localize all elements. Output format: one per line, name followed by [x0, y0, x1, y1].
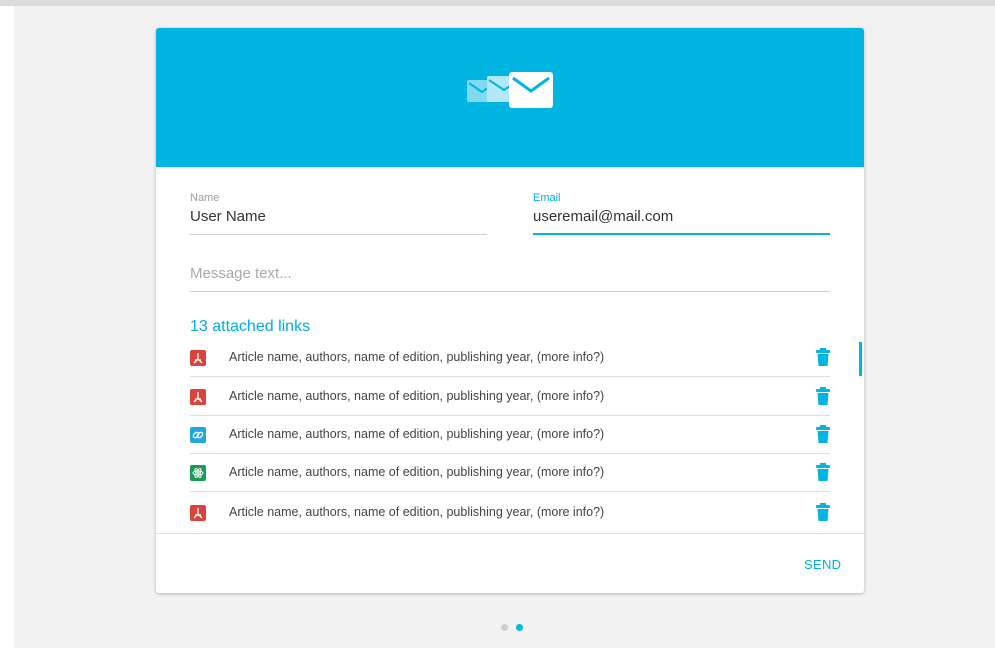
name-underline: [190, 234, 487, 235]
compose-card: Name User Name Email useremail@mail.com …: [156, 28, 864, 593]
attachment-label[interactable]: Article name, authors, name of edition, …: [229, 505, 604, 519]
email-label: Email: [533, 192, 561, 204]
attachment-label[interactable]: Article name, authors, name of edition, …: [229, 465, 604, 479]
pdf-icon: [190, 505, 206, 521]
card-header: [156, 28, 864, 167]
attachment-row[interactable]: Article name, authors, name of edition, …: [190, 454, 830, 492]
attachment-label[interactable]: Article name, authors, name of edition, …: [229, 350, 604, 364]
link-icon: [190, 427, 206, 443]
attachment-row[interactable]: Article name, authors, name of edition, …: [190, 339, 830, 377]
attachment-row[interactable]: Article name, authors, name of edition, …: [190, 416, 830, 454]
trash-icon[interactable]: [816, 348, 830, 366]
attachment-label[interactable]: Article name, authors, name of edition, …: [229, 427, 604, 441]
attachment-row[interactable]: Article name, authors, name of edition, …: [190, 494, 830, 532]
mail-stack-icon: [467, 72, 553, 108]
email-underline: [533, 233, 830, 235]
trash-icon[interactable]: [816, 463, 830, 481]
trash-icon[interactable]: [816, 387, 830, 405]
pdf-icon: [190, 389, 206, 405]
row-divider: [190, 491, 830, 492]
pagination-dot[interactable]: [501, 624, 508, 631]
row-divider: [190, 376, 830, 377]
attachment-row[interactable]: Article name, authors, name of edition, …: [190, 378, 830, 416]
name-input[interactable]: User Name: [190, 208, 266, 225]
send-button[interactable]: SEND: [804, 557, 841, 572]
attachment-label[interactable]: Article name, authors, name of edition, …: [229, 389, 604, 403]
trash-icon[interactable]: [816, 425, 830, 443]
message-underline: [190, 291, 830, 292]
attachments-title: 13 attached links: [190, 318, 311, 335]
name-label: Name: [190, 192, 220, 204]
footer-divider: [156, 533, 864, 534]
scrollbar-thumb[interactable]: [859, 342, 862, 376]
message-input[interactable]: Message text...: [190, 265, 292, 282]
atom-icon: [190, 465, 206, 481]
pdf-icon: [190, 350, 206, 366]
email-input[interactable]: useremail@mail.com: [533, 208, 673, 225]
pagination-dot-active[interactable]: [516, 624, 523, 631]
trash-icon[interactable]: [816, 503, 830, 521]
